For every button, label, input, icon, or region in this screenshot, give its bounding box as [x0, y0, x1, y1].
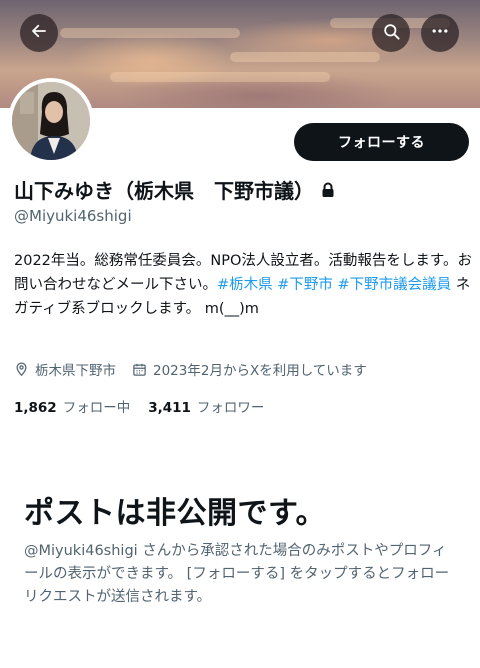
- search-icon: [382, 22, 401, 45]
- private-notice-title: ポストは非公開です。: [24, 496, 326, 531]
- lock-icon: [321, 182, 335, 198]
- avatar[interactable]: [8, 78, 94, 164]
- display-name: 山下みゆき（栃木県 下野市議）: [14, 179, 314, 203]
- more-horizontal-icon: [430, 21, 450, 45]
- back-button[interactable]: [20, 14, 58, 52]
- following-label: フォロー中: [62, 400, 131, 416]
- hashtag-link[interactable]: #下野市議会議員: [338, 277, 452, 293]
- location-text: 栃木県下野市: [35, 363, 116, 379]
- search-button[interactable]: [372, 14, 410, 52]
- profile-handle: @Miyuki46shigi: [14, 207, 132, 225]
- hashtag-link[interactable]: #栃木県: [217, 277, 273, 293]
- profile-meta: 栃木県下野市 2023年2月からXを利用しています: [14, 359, 367, 379]
- profile-bio: 2022年当。総務常任委員会。NPO法人設立者。活動報告をします。お問い合わせな…: [14, 249, 474, 321]
- joined-text: 2023年2月からXを利用しています: [153, 363, 367, 379]
- followers-label: フォロワー: [196, 400, 265, 416]
- following-count: 1,862: [14, 400, 57, 416]
- location-item: 栃木県下野市: [14, 359, 116, 379]
- followers-stat[interactable]: 3,411 フォロワー: [148, 396, 264, 416]
- follow-button[interactable]: フォローする: [294, 123, 469, 161]
- profile-stats: 1,862 フォロー中 3,411 フォロワー: [14, 396, 264, 416]
- more-button[interactable]: [421, 14, 459, 52]
- private-notice-description: @Miyuki46shigi さんから承認された場合のみポストやプロフィールの表…: [24, 543, 450, 605]
- avatar-image: [12, 82, 90, 160]
- followers-count: 3,411: [148, 400, 191, 416]
- following-stat[interactable]: 1,862 フォロー中: [14, 396, 130, 416]
- arrow-left-icon: [30, 22, 48, 44]
- location-pin-icon: [16, 362, 27, 377]
- hashtag-link[interactable]: #下野市: [277, 277, 333, 293]
- profile-name-row: 山下みゆき（栃木県 下野市議）: [14, 175, 335, 204]
- joined-item: 2023年2月からXを利用しています: [132, 359, 367, 379]
- calendar-icon: [133, 363, 146, 376]
